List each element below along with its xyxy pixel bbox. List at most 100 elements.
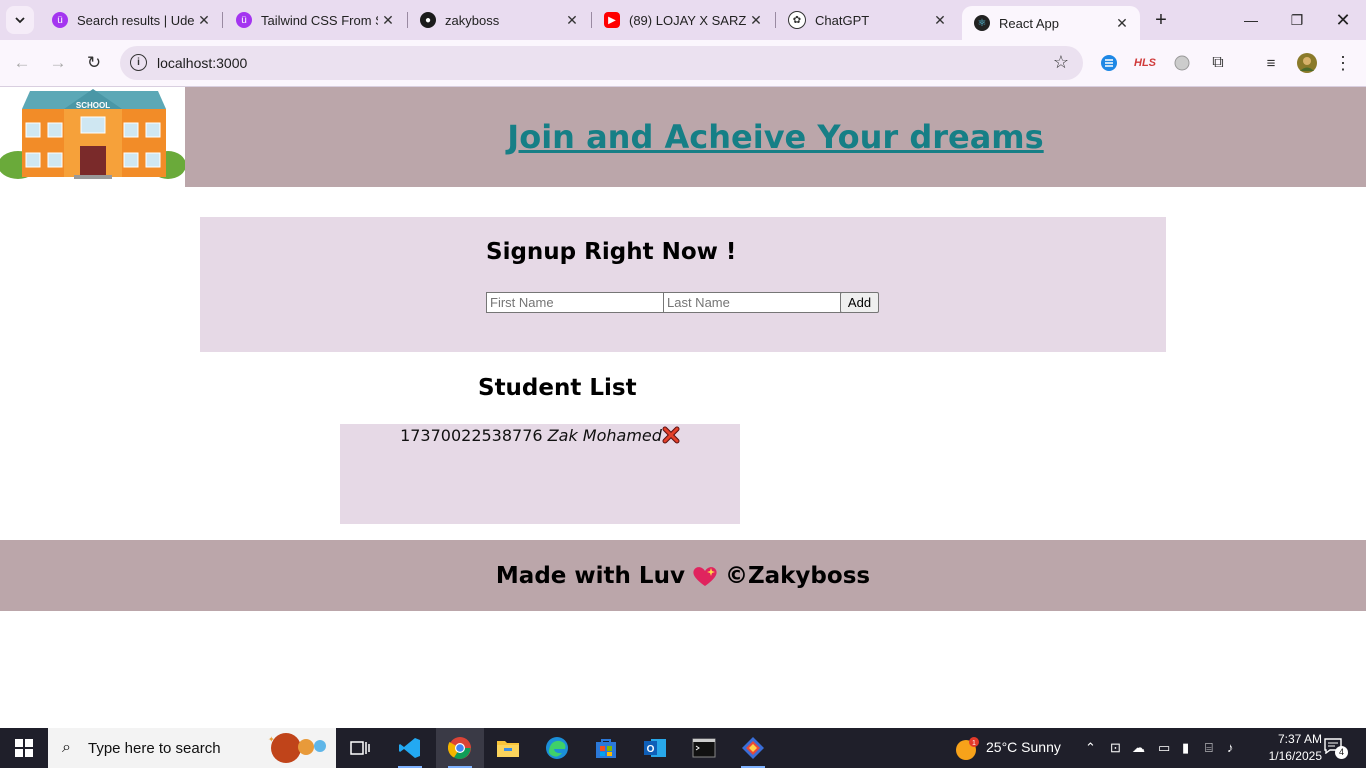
chevron-down-icon: [15, 17, 25, 24]
tab-udemy-search[interactable]: ü Search results | Udem ✕: [40, 0, 222, 40]
vscode-icon: [399, 738, 420, 758]
tab-tailwind-course[interactable]: ü Tailwind CSS From Sc ✕: [224, 0, 406, 40]
page-viewport: SCHOOL Join and Acheive Your dreams Sign…: [0, 87, 1366, 728]
footer-copyright: ©Zakyboss: [724, 562, 871, 589]
list-item: 17370022538776 Zak Mohamed: [340, 426, 740, 445]
reload-button[interactable]: ↻: [82, 51, 106, 75]
student-id: 17370022538776: [400, 426, 543, 445]
student-list: 17370022538776 Zak Mohamed: [340, 424, 740, 524]
tab-youtube[interactable]: ▶ (89) LOJAY X SARZ - M ✕: [592, 0, 774, 40]
chevron-up-icon[interactable]: ⌃: [1085, 740, 1096, 756]
weather-text[interactable]: 25°C Sunny: [986, 739, 1061, 755]
back-button[interactable]: ←: [10, 51, 34, 75]
student-name: Zak Mohamed: [547, 426, 662, 445]
windows-logo-icon: [15, 739, 33, 757]
profile-avatar[interactable]: [1295, 51, 1319, 75]
taskbar-chrome[interactable]: [436, 728, 484, 768]
github-icon: ●: [420, 12, 436, 28]
network-icon[interactable]: ⌸: [1205, 740, 1213, 756]
close-icon[interactable]: ✕: [1112, 15, 1132, 32]
hero-banner: Join and Acheive Your dreams: [185, 87, 1366, 187]
start-button[interactable]: [0, 728, 48, 768]
meet-now-icon[interactable]: ⊡: [1110, 740, 1121, 756]
clock-date: 1/16/2025: [1268, 749, 1322, 763]
tab-react-app[interactable]: ⚛ React App ✕: [962, 6, 1140, 40]
close-window-button[interactable]: ✕: [1320, 0, 1366, 40]
close-icon[interactable]: ✕: [194, 12, 214, 29]
cloud-sync-icon[interactable]: ☁: [1132, 740, 1145, 756]
taskbar-clock[interactable]: 7:37 AM 1/16/2025: [1250, 731, 1322, 765]
site-footer: Made with Luv ©Zakyboss: [0, 540, 1366, 611]
store-icon: [596, 739, 616, 758]
restore-button[interactable]: ❐: [1274, 0, 1320, 40]
taskbar-git-tool[interactable]: [729, 728, 777, 768]
delete-x-icon[interactable]: [662, 426, 680, 444]
weather-sun-icon: 1: [956, 737, 979, 760]
tab-search-button[interactable]: [6, 6, 34, 34]
extension-gray-icon[interactable]: [1170, 51, 1194, 75]
student-list-heading: Student List: [478, 375, 637, 401]
media-control-icon[interactable]: ≡: [1259, 51, 1283, 75]
terminal-icon: [692, 738, 716, 758]
extensions-puzzle-icon[interactable]: ⧉: [1206, 51, 1230, 75]
tab-chatgpt[interactable]: ✿ ChatGPT ✕: [776, 0, 958, 40]
url-text: localhost:3000: [157, 55, 248, 71]
youtube-icon: ▶: [604, 12, 620, 28]
add-button[interactable]: Add: [840, 292, 879, 313]
site-header: SCHOOL Join and Acheive Your dreams: [0, 87, 1366, 187]
volume-icon[interactable]: ♪: [1227, 740, 1234, 755]
taskbar-store[interactable]: [582, 728, 630, 768]
hero-link[interactable]: Join and Acheive Your dreams: [507, 118, 1043, 156]
search-highlight-planets-icon: ✦: [268, 733, 326, 763]
bookmark-star-icon[interactable]: ☆: [1053, 52, 1069, 73]
edge-icon: [546, 737, 568, 759]
udemy-icon: ü: [236, 12, 252, 28]
first-name-input[interactable]: [486, 292, 669, 313]
clock-time: 7:37 AM: [1277, 732, 1322, 746]
svg-text:✦: ✦: [268, 735, 275, 744]
minimize-button[interactable]: —: [1228, 0, 1274, 40]
address-bar[interactable]: i localhost:3000 ☆: [120, 46, 1083, 80]
taskbar-outlook[interactable]: O: [631, 728, 679, 768]
notification-center-button[interactable]: 4: [1324, 738, 1348, 759]
extension-blue-icon[interactable]: [1097, 51, 1121, 75]
windows-taskbar: ⌕ Type here to search ✦ O 1 25°C Sunny ⌃…: [0, 728, 1366, 768]
taskbar-vscode[interactable]: [386, 728, 434, 768]
new-tab-button[interactable]: +: [1150, 8, 1172, 32]
tab-separator: [222, 12, 223, 28]
taskbar-search-box[interactable]: ⌕ Type here to search ✦: [48, 728, 336, 768]
browser-menu-icon[interactable]: ⋮: [1331, 51, 1355, 75]
taskbar-file-explorer[interactable]: [484, 728, 532, 768]
task-view-button[interactable]: [336, 728, 384, 768]
close-icon[interactable]: ✕: [930, 12, 950, 29]
hls-extension-icon[interactable]: hls: [1133, 51, 1157, 75]
svg-text:SCHOOL: SCHOOL: [76, 101, 110, 110]
outlook-icon: O: [644, 739, 666, 757]
browser-tab-strip: ü Search results | Udem ✕ ü Tailwind CSS…: [0, 0, 1366, 40]
notification-count-badge: 4: [1335, 746, 1348, 759]
tab-github[interactable]: ● zakyboss ✕: [408, 0, 590, 40]
close-icon[interactable]: ✕: [562, 12, 582, 29]
svg-text:O: O: [647, 744, 655, 755]
folder-icon: [497, 741, 519, 757]
task-view-icon: [350, 741, 370, 755]
taskbar-edge[interactable]: [533, 728, 581, 768]
react-icon: ⚛: [974, 15, 990, 31]
display-icon[interactable]: ▭: [1158, 740, 1170, 756]
forward-button[interactable]: →: [46, 51, 70, 75]
signup-panel: Signup Right Now ! Add: [200, 217, 1166, 352]
chatgpt-icon: ✿: [788, 11, 806, 29]
signup-heading: Signup Right Now !: [486, 239, 737, 265]
browser-toolbar: ← → ↻ i localhost:3000 ☆ hls ⧉ ≡ ⋮: [0, 40, 1366, 87]
search-icon: ⌕: [62, 739, 71, 756]
udemy-icon: ü: [52, 12, 68, 28]
footer-made-with: Made with Luv: [495, 562, 685, 589]
svg-text:1: 1: [972, 740, 976, 747]
last-name-input[interactable]: [663, 292, 846, 313]
chrome-icon: [448, 737, 471, 759]
close-icon[interactable]: ✕: [746, 12, 766, 29]
close-icon[interactable]: ✕: [378, 12, 398, 29]
battery-icon[interactable]: ▮: [1182, 740, 1189, 756]
site-info-icon[interactable]: i: [130, 54, 147, 71]
taskbar-terminal[interactable]: [680, 728, 728, 768]
